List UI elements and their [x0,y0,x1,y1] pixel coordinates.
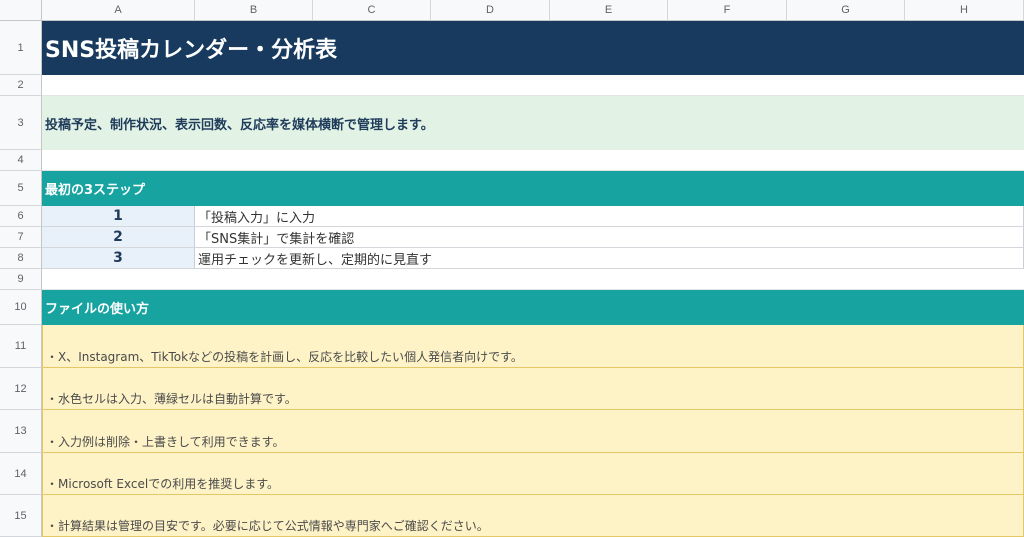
usage-note-cell[interactable]: ・X、Instagram、TikTokなどの投稿を計画し、反応を比較したい個人発… [42,325,1024,368]
row-header-11[interactable]: 11 [0,325,42,368]
spreadsheet-grid: A B C D E F G H 1 2 3 4 5 6 7 8 9 10 11 … [0,0,1024,537]
column-header-g[interactable]: G [787,0,905,21]
column-header-d[interactable]: D [431,0,550,21]
row-header-5[interactable]: 5 [0,171,42,206]
empty-row-2[interactable] [42,75,1024,96]
step-text-cell[interactable]: 運用チェックを更新し、定期的に見直す [195,248,1024,269]
row-header-2[interactable]: 2 [0,75,42,96]
usage-note-cell[interactable]: ・入力例は削除・上書きして利用できます。 [42,410,1024,453]
row-header-12[interactable]: 12 [0,368,42,410]
usage-note-cell[interactable]: ・計算結果は管理の目安です。必要に応じて公式情報や専門家へご確認ください。 [42,495,1024,537]
steps-section-header[interactable]: 最初の3ステップ [42,171,1024,206]
row-header-3[interactable]: 3 [0,96,42,150]
column-header-b[interactable]: B [195,0,313,21]
step-number-cell[interactable]: 3 [42,248,195,269]
row-header-4[interactable]: 4 [0,150,42,171]
row-header-6[interactable]: 6 [0,206,42,227]
step-text-cell[interactable]: 「SNS集計」で集計を確認 [195,227,1024,248]
row-header-15[interactable]: 15 [0,495,42,537]
usage-note-cell[interactable]: ・水色セルは入力、薄緑セルは自動計算です。 [42,368,1024,410]
column-header-c[interactable]: C [313,0,431,21]
usage-note-cell[interactable]: ・Microsoft Excelでの利用を推奨します。 [42,453,1024,495]
empty-row-9[interactable] [42,269,1024,290]
column-header-a[interactable]: A [42,0,195,21]
select-all-corner[interactable] [0,0,42,21]
column-header-h[interactable]: H [905,0,1024,21]
row-header-9[interactable]: 9 [0,269,42,290]
step-text-cell[interactable]: 「投稿入力」に入力 [195,206,1024,227]
row-header-1[interactable]: 1 [0,21,42,75]
column-header-e[interactable]: E [550,0,668,21]
sheet-title[interactable]: SNS投稿カレンダー・分析表 [42,21,1024,75]
sheet-description[interactable]: 投稿予定、制作状況、表示回数、反応率を媒体横断で管理します。 [42,96,1024,150]
row-header-8[interactable]: 8 [0,248,42,269]
step-number-cell[interactable]: 2 [42,227,195,248]
row-header-13[interactable]: 13 [0,410,42,453]
usage-section-header[interactable]: ファイルの使い方 [42,290,1024,325]
row-header-14[interactable]: 14 [0,453,42,495]
row-header-10[interactable]: 10 [0,290,42,325]
column-header-f[interactable]: F [668,0,787,21]
step-number-cell[interactable]: 1 [42,206,195,227]
row-header-7[interactable]: 7 [0,227,42,248]
empty-row-4[interactable] [42,150,1024,171]
